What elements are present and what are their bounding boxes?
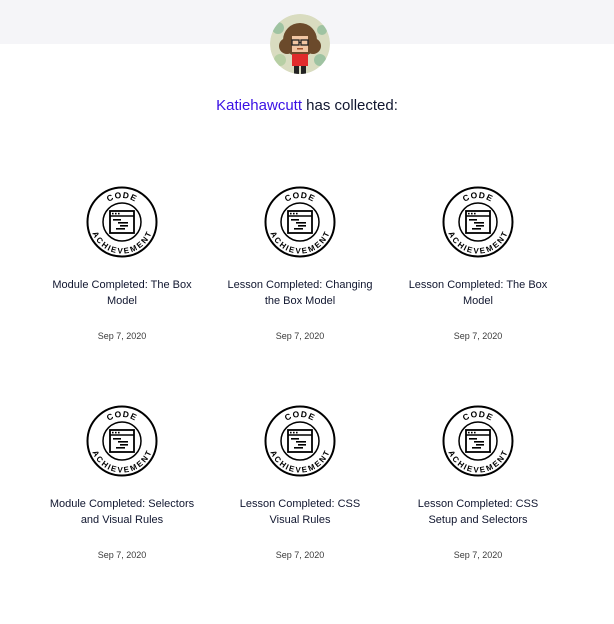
- code-achievement-badge-icon: CODE ACHIEVEMENT: [264, 405, 336, 477]
- achievements-grid: CODE ACHIEVEMENT Module Completed: The B…: [33, 186, 567, 624]
- avatar-illustration: [270, 14, 330, 74]
- achievement-title: Lesson Completed: Changing the Box Model: [227, 279, 373, 307]
- achievement-card[interactable]: CODE ACHIEVEMENT Lesson Completed: Chang…: [211, 186, 389, 405]
- code-achievement-badge-icon: CODE ACHIEVEMENT: [264, 186, 336, 258]
- user-avatar[interactable]: [270, 14, 330, 74]
- achievement-title: Module Completed: The Box Model: [52, 279, 192, 307]
- code-achievement-badge-icon: CODE ACHIEVEMENT: [86, 186, 158, 258]
- achievement-date: Sep 7, 2020: [453, 331, 503, 341]
- achievement-card[interactable]: CODE ACHIEVEMENT Lesson Completed: CSS V…: [211, 405, 389, 624]
- achievement-title: Lesson Completed: The Box Model: [408, 279, 548, 307]
- achievement-date: Sep 7, 2020: [453, 550, 503, 560]
- achievement-card[interactable]: CODE ACHIEVEMENT Lesson Completed: The B…: [389, 186, 567, 405]
- achievement-title: Module Completed: Selectors and Visual R…: [49, 498, 195, 526]
- achievement-title: Lesson Completed: CSS Setup and Selector…: [417, 498, 539, 526]
- username-link[interactable]: Katiehawcutt: [216, 97, 302, 114]
- code-achievement-badge-icon: CODE ACHIEVEMENT: [86, 405, 158, 477]
- achievement-date: Sep 7, 2020: [275, 550, 325, 560]
- achievement-card[interactable]: CODE ACHIEVEMENT Module Completed: Selec…: [33, 405, 211, 624]
- collected-text: has collected:: [302, 97, 398, 114]
- collected-heading: Katiehawcutt has collected:: [0, 96, 614, 116]
- achievement-date: Sep 7, 2020: [275, 331, 325, 341]
- code-achievement-badge-icon: CODE ACHIEVEMENT: [442, 405, 514, 477]
- achievement-date: Sep 7, 2020: [97, 550, 147, 560]
- achievement-card[interactable]: CODE ACHIEVEMENT Lesson Completed: CSS S…: [389, 405, 567, 624]
- achievement-card[interactable]: CODE ACHIEVEMENT Module Completed: The B…: [33, 186, 211, 405]
- achievement-date: Sep 7, 2020: [97, 331, 147, 341]
- achievement-title: Lesson Completed: CSS Visual Rules: [239, 498, 361, 526]
- code-achievement-badge-icon: CODE ACHIEVEMENT: [442, 186, 514, 258]
